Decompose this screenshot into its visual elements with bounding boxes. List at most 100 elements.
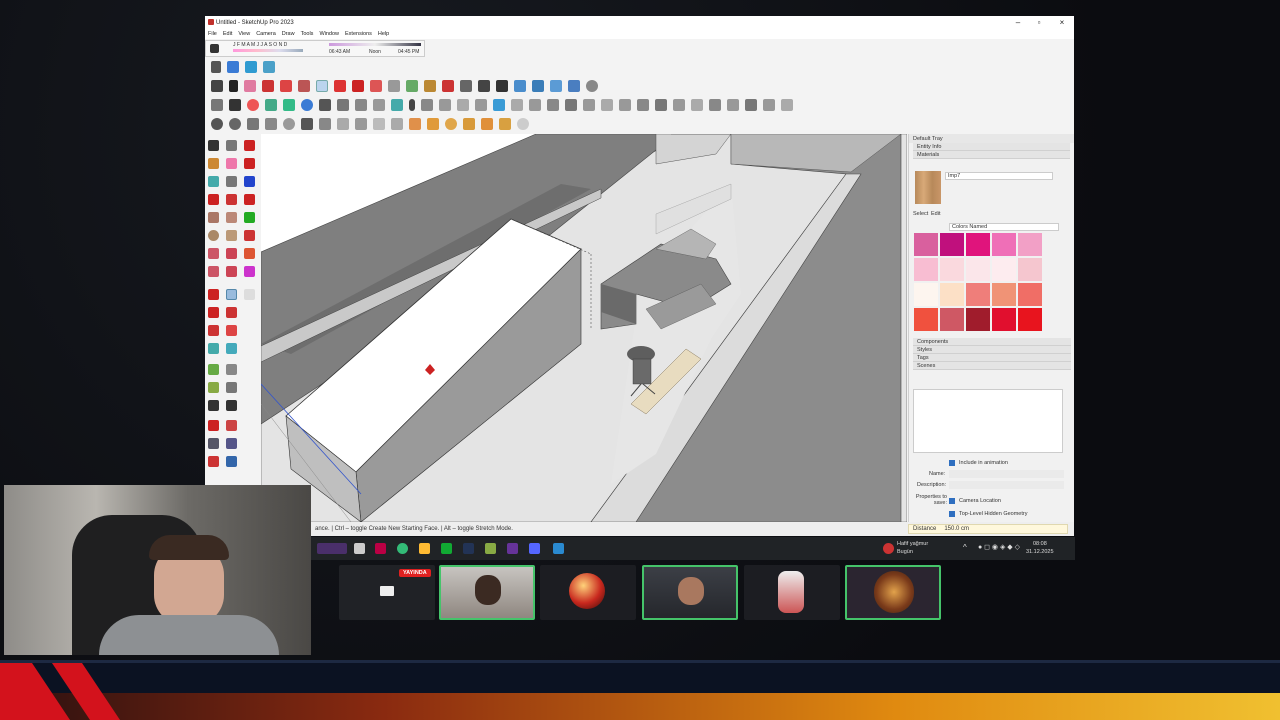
from-scratch-icon[interactable] — [781, 99, 793, 111]
walk-large-icon[interactable] — [208, 456, 219, 467]
left-view-icon[interactable] — [529, 99, 541, 111]
refresh-icon[interactable] — [301, 118, 313, 130]
menu-window[interactable]: Window — [319, 31, 339, 37]
rotate-large-icon[interactable] — [208, 307, 219, 318]
hidden-checkbox[interactable] — [949, 511, 955, 517]
measurements-box[interactable]: Distance 150.0 cm — [908, 524, 1068, 534]
zoom-extents-icon[interactable] — [496, 80, 508, 92]
scene-name-field[interactable] — [949, 470, 1064, 478]
flip-tool-icon[interactable] — [244, 176, 255, 187]
tab-edit[interactable]: Edit — [931, 211, 940, 217]
eraser-tool-icon[interactable] — [226, 158, 237, 169]
material-swatch[interactable] — [992, 308, 1016, 331]
participant-tile-1[interactable] — [439, 565, 535, 620]
library-dropdown[interactable]: Colors Named — [949, 223, 1059, 231]
menu-edit[interactable]: Edit — [223, 31, 232, 37]
zoom-icon[interactable] — [478, 80, 490, 92]
subtract-icon[interactable] — [565, 99, 577, 111]
material-swatch[interactable] — [914, 308, 938, 331]
orbit-icon[interactable] — [211, 61, 221, 73]
pie-tool-icon[interactable] — [226, 266, 237, 277]
rectangle-icon[interactable] — [298, 80, 310, 92]
polygon-tool-icon[interactable] — [226, 230, 237, 241]
participant-tile-3[interactable] — [642, 565, 738, 620]
smoove-icon[interactable] — [745, 99, 757, 111]
move-large-icon[interactable] — [208, 289, 219, 300]
material-swatch[interactable] — [940, 258, 964, 281]
material-swatch[interactable] — [940, 308, 964, 331]
add-detail-icon[interactable] — [709, 99, 721, 111]
scene-description-field[interactable] — [949, 481, 1064, 489]
line-tool-icon[interactable] — [208, 194, 219, 205]
widgets-icon[interactable] — [317, 543, 347, 554]
zoom-ext-large-icon[interactable] — [226, 420, 237, 431]
pan-icon[interactable] — [460, 80, 472, 92]
offset-tool-icon[interactable] — [244, 248, 255, 259]
materials-section[interactable]: Materials — [913, 151, 1070, 159]
dim-large-icon[interactable] — [226, 343, 237, 354]
2pt-arc-tool-icon[interactable] — [226, 248, 237, 259]
protractor-large-icon[interactable] — [208, 382, 219, 393]
menu-draw[interactable]: Draw — [282, 31, 295, 37]
tape-measure-icon[interactable] — [406, 80, 418, 92]
3d-text-icon[interactable] — [391, 118, 403, 130]
axes-icon[interactable] — [373, 118, 385, 130]
extension-manager-icon[interactable] — [568, 80, 580, 92]
shadows-toggle-icon[interactable] — [210, 44, 219, 53]
pencil-icon[interactable] — [262, 80, 274, 92]
minimize-button[interactable]: – — [1007, 16, 1029, 29]
intersect-icon[interactable] — [583, 99, 595, 111]
file-explorer-icon[interactable] — [419, 543, 430, 554]
fog-icon[interactable] — [481, 118, 493, 130]
rotate-tool-icon[interactable] — [244, 158, 255, 169]
menu-file[interactable]: File — [208, 31, 217, 37]
camera-checkbox[interactable] — [949, 498, 955, 504]
select-icon[interactable] — [229, 80, 238, 92]
light-icon[interactable] — [499, 118, 511, 130]
solid-inspector-icon[interactable] — [211, 118, 223, 130]
warehouse-icon[interactable] — [514, 80, 526, 92]
close-button[interactable]: × — [1051, 16, 1073, 29]
sync-icon[interactable] — [391, 99, 403, 111]
iso-view-icon[interactable] — [439, 99, 451, 111]
offset-icon[interactable] — [388, 80, 400, 92]
circle-icon[interactable] — [301, 99, 313, 111]
top-view-icon[interactable] — [457, 99, 469, 111]
sun-icon[interactable] — [445, 118, 457, 130]
lasso-tool-icon[interactable] — [226, 140, 237, 151]
chrome-icon[interactable] — [397, 543, 408, 554]
sketchup-taskbar-icon[interactable] — [553, 543, 564, 554]
section-plane-icon[interactable] — [227, 61, 239, 73]
paint-bucket-icon[interactable] — [424, 80, 436, 92]
stamp-icon[interactable] — [673, 99, 685, 111]
select-tool-icon[interactable] — [208, 140, 219, 151]
text-icon[interactable] — [355, 118, 367, 130]
position-camera-icon[interactable] — [229, 118, 241, 130]
outer-shell-icon[interactable] — [637, 99, 649, 111]
material-swatch[interactable] — [940, 283, 964, 306]
pushpull-active-icon[interactable] — [226, 289, 237, 300]
look-around-icon[interactable] — [265, 118, 277, 130]
menu-help[interactable]: Help — [378, 31, 389, 37]
screen-share-tile[interactable]: YAYINDA — [339, 565, 435, 620]
material-swatch[interactable] — [966, 283, 990, 306]
components-icon[interactable] — [265, 99, 277, 111]
right-view-icon[interactable] — [493, 99, 505, 111]
material-swatch[interactable] — [1018, 258, 1042, 281]
material-swatch[interactable] — [992, 233, 1016, 256]
walk-icon[interactable] — [283, 118, 295, 130]
weather-icon[interactable] — [883, 543, 894, 554]
follow-large-icon[interactable] — [226, 307, 237, 318]
material-swatch[interactable] — [1018, 308, 1042, 331]
material-swatch[interactable] — [992, 283, 1016, 306]
rect-tool-icon[interactable] — [208, 212, 219, 223]
material-swatch[interactable] — [992, 258, 1016, 281]
union-icon[interactable] — [547, 99, 559, 111]
scale-large-icon[interactable] — [208, 325, 219, 336]
3d-model-scene[interactable] — [261, 134, 907, 522]
rotated-rect-tool-icon[interactable] — [226, 212, 237, 223]
material-swatch[interactable] — [914, 283, 938, 306]
cloud-icon[interactable] — [355, 99, 367, 111]
menu-view[interactable]: View — [238, 31, 250, 37]
eraser-icon[interactable] — [244, 80, 256, 92]
